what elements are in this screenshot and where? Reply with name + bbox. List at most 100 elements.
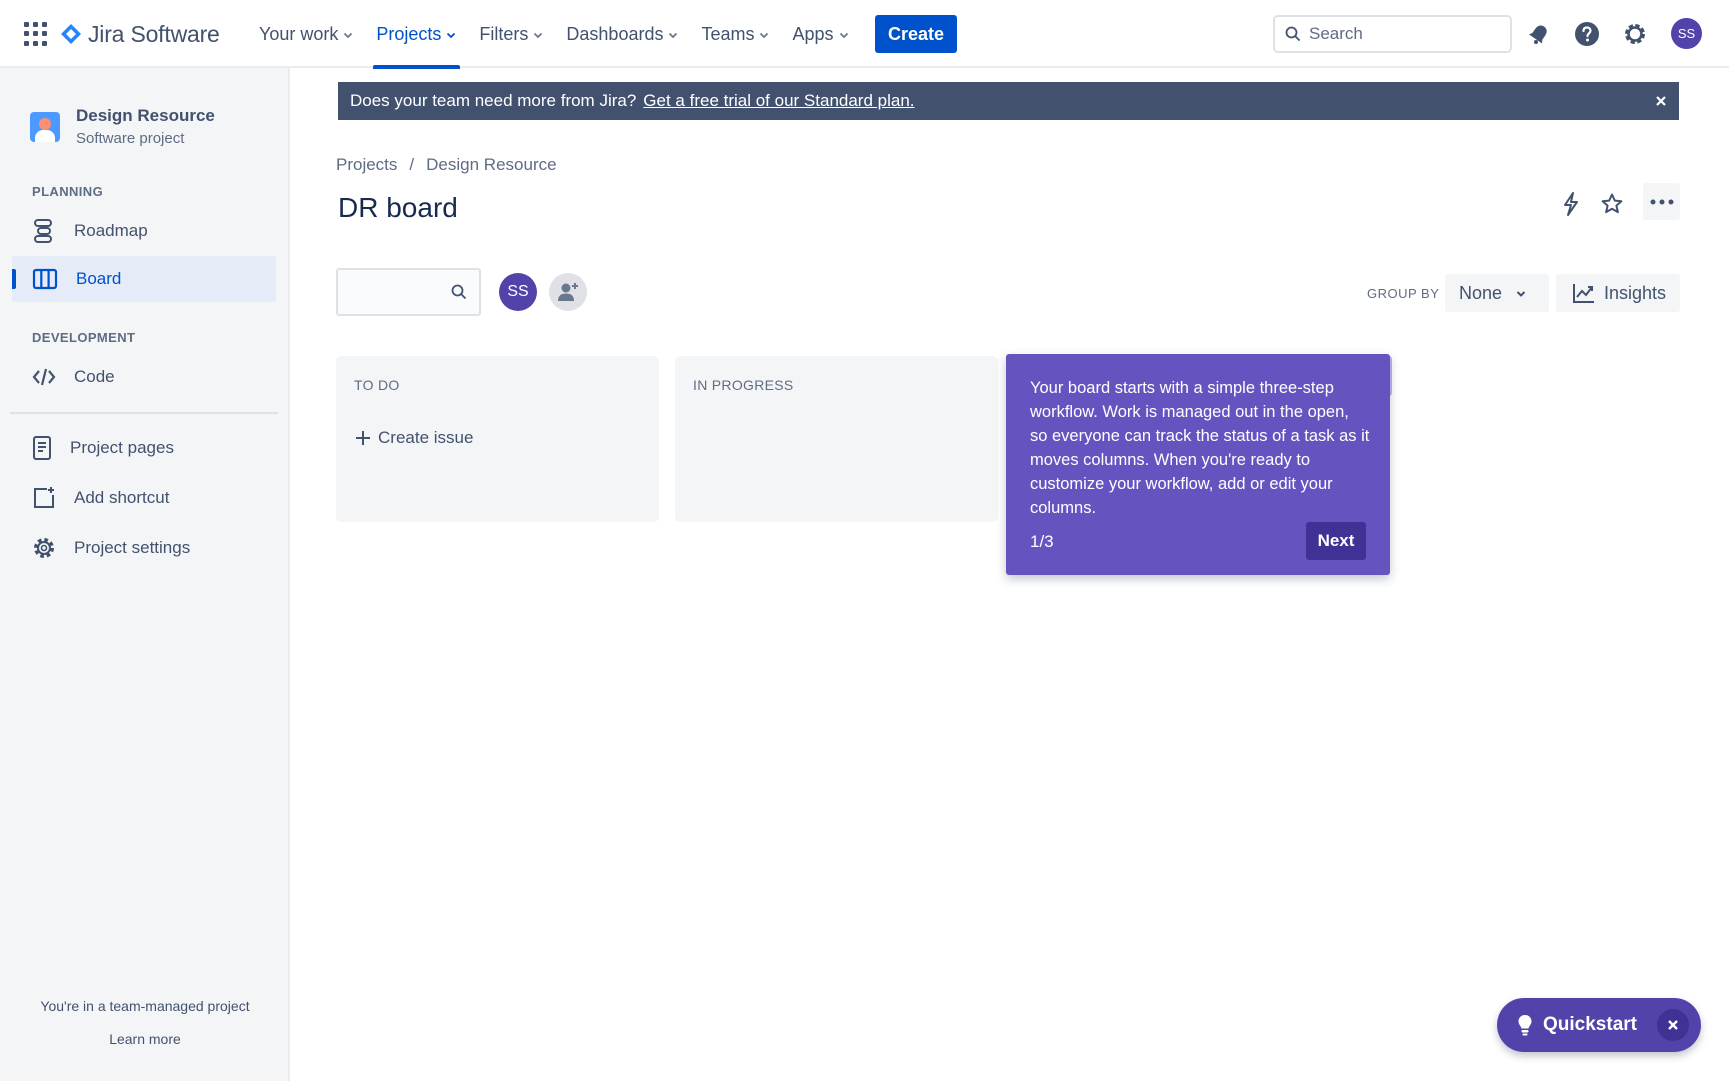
star-icon[interactable] [1597, 186, 1627, 222]
board-search[interactable] [336, 268, 481, 316]
chevron-down-icon [1516, 291, 1526, 297]
banner-text: Does your team need more from Jira? [350, 91, 637, 110]
insights-button[interactable]: Insights [1556, 274, 1680, 312]
page-icon [33, 436, 51, 460]
close-icon[interactable] [1653, 93, 1669, 109]
board-icon [32, 268, 58, 290]
breadcrumb: Projects / Design Resource [336, 155, 557, 175]
sidebar-item-label: Project settings [74, 538, 191, 557]
quickstart-label: Quickstart [1543, 1014, 1637, 1035]
create-issue-label: Create issue [378, 428, 474, 447]
roadmap-icon [34, 219, 52, 243]
chevron-down-icon [669, 32, 678, 39]
chevron-down-icon [344, 32, 353, 39]
sidebar-item-board[interactable]: Board [12, 256, 276, 302]
settings-gear-icon[interactable] [1621, 20, 1649, 48]
insights-label: Insights [1604, 282, 1667, 303]
sidebar-item-code[interactable]: Code [12, 354, 276, 400]
nav-your-work[interactable]: Your work [248, 0, 365, 68]
sidebar-item-label: Project pages [70, 438, 174, 457]
tour-step-counter: 1/3 [1030, 532, 1054, 551]
group-by-label: GROUP BY [1367, 286, 1440, 301]
add-shortcut-icon [34, 487, 54, 508]
banner-trial-link[interactable]: Get a free trial of our Standard plan. [643, 91, 914, 111]
tour-next-button[interactable]: Next [1306, 522, 1366, 560]
nav-dashboards[interactable]: Dashboards [555, 0, 690, 68]
jira-logo[interactable]: Jira Software [60, 18, 220, 50]
jira-diamond-icon [61, 24, 81, 44]
tour-text: Your board starts with a simple three-st… [1030, 379, 1370, 517]
breadcrumb-projects[interactable]: Projects [336, 155, 397, 175]
sidebar-item-roadmap[interactable]: Roadmap [12, 208, 276, 254]
project-name: Design Resource [76, 106, 215, 125]
column-title: TO DO [354, 377, 400, 393]
logo-text: Jira Software [88, 20, 220, 47]
chevron-down-icon [534, 32, 543, 39]
board-search-input[interactable] [348, 270, 448, 314]
global-search[interactable] [1273, 15, 1512, 53]
onboarding-tour-popup: Your board starts with a simple three-st… [1006, 354, 1390, 575]
development-section-label: DEVELOPMENT [32, 330, 136, 345]
search-input[interactable] [1309, 24, 1489, 44]
group-by-value: None [1459, 282, 1503, 303]
app-switcher-icon[interactable] [24, 22, 48, 46]
notifications-icon[interactable] [1525, 20, 1553, 48]
help-icon[interactable] [1573, 20, 1601, 48]
sidebar-item-label: Add shortcut [74, 488, 170, 507]
nav-label: Filters [479, 23, 529, 44]
project-avatar [30, 111, 60, 142]
gear-icon [34, 538, 54, 558]
breadcrumb-design-resource[interactable]: Design Resource [426, 155, 556, 175]
nav-apps[interactable]: Apps [781, 0, 860, 68]
primary-nav: Your work Projects Filters Dashboards Te… [248, 0, 861, 69]
chevron-down-icon [839, 32, 848, 39]
add-person-icon [558, 283, 578, 301]
nav-teams[interactable]: Teams [690, 0, 781, 68]
search-icon [1285, 26, 1301, 42]
board-column-in-progress: IN PROGRESS [675, 356, 998, 522]
create-button[interactable]: Create [875, 15, 957, 53]
assignee-avatar-filter[interactable]: SS [499, 273, 537, 311]
team-managed-notice: You're in a team-managed project [40, 998, 250, 1014]
sidebar-item-add-shortcut[interactable]: Add shortcut [12, 475, 276, 521]
sidebar-item-project-settings[interactable]: Project settings [12, 525, 276, 571]
project-header[interactable]: Design Resource Software project [30, 106, 215, 147]
project-type: Software project [76, 130, 185, 147]
more-horizontal-icon [1650, 199, 1673, 204]
project-sidebar: Design Resource Software project PLANNIN… [0, 68, 290, 1081]
insights-chart-icon [1573, 284, 1594, 303]
nav-label: Apps [792, 23, 834, 44]
lightbulb-icon [1518, 1015, 1532, 1036]
sidebar-item-label: Code [74, 367, 115, 386]
quickstart-close-button[interactable] [1657, 1009, 1689, 1041]
sidebar-item-project-pages[interactable]: Project pages [12, 425, 276, 471]
nav-label: Projects [376, 23, 442, 44]
planning-section-label: PLANNING [32, 184, 104, 199]
column-title: IN PROGRESS [693, 377, 794, 393]
chevron-down-icon [760, 32, 769, 39]
sidebar-divider [10, 412, 278, 414]
page-title: DR board [338, 192, 458, 223]
create-issue-button[interactable]: Create issue [354, 428, 473, 448]
chevron-down-icon [447, 32, 456, 39]
quickstart-button[interactable]: Quickstart [1497, 998, 1701, 1052]
more-options-button[interactable] [1643, 183, 1680, 220]
user-avatar[interactable]: SS [1671, 18, 1702, 49]
learn-more-link[interactable]: Learn more [0, 1031, 290, 1047]
search-icon [451, 284, 467, 300]
upgrade-banner: Does your team need more from Jira? Get … [338, 82, 1679, 120]
group-by-select[interactable]: None [1445, 274, 1549, 312]
add-people-button[interactable] [549, 273, 587, 311]
code-icon [32, 368, 56, 386]
nav-label: Dashboards [566, 23, 664, 44]
top-navigation: Jira Software Your work Projects Filters… [0, 0, 1729, 69]
close-icon [1668, 1020, 1678, 1030]
breadcrumb-separator: / [409, 155, 415, 174]
plus-icon [356, 431, 370, 445]
automation-lightning-icon[interactable] [1556, 186, 1586, 222]
nav-projects[interactable]: Projects [365, 0, 468, 69]
nav-filters[interactable]: Filters [468, 0, 555, 68]
board-column-todo: TO DO Create issue [336, 356, 659, 522]
nav-label: Your work [259, 23, 339, 44]
nav-label: Teams [701, 23, 755, 44]
